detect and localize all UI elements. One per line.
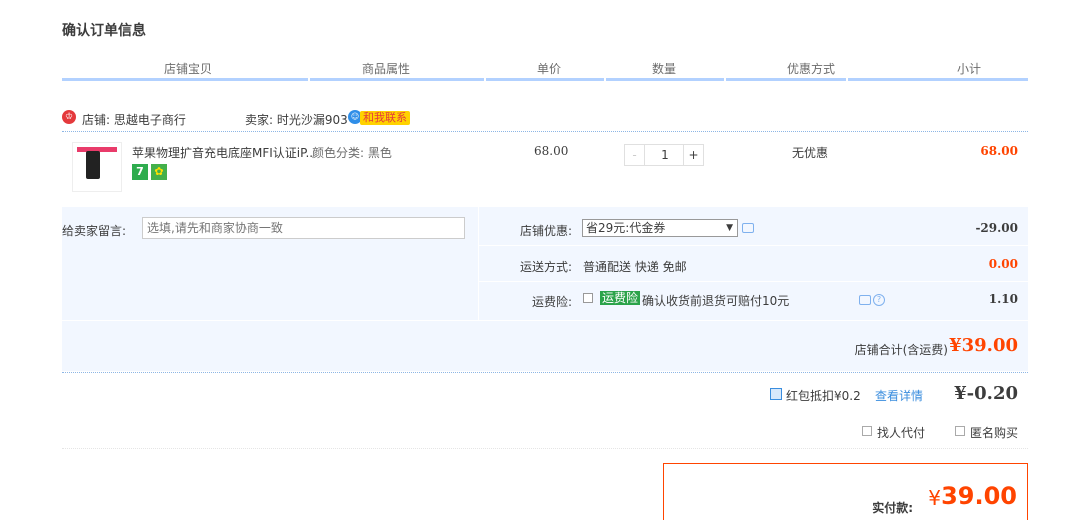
- unit-price: 68.00: [534, 144, 569, 158]
- header-line: [848, 78, 1028, 81]
- insurance-description: 确认收货前退货可赔付10元: [642, 294, 790, 308]
- header-line: [62, 78, 308, 81]
- anonymous-label[interactable]: 匿名购买: [970, 424, 1018, 441]
- anonymous-checkbox[interactable]: [955, 426, 965, 436]
- order-details: 给卖家留言: 店铺优惠: 省29元:代金券 ▼ -29.00 运送方式: 普通配…: [62, 207, 1028, 371]
- message-label: 给卖家留言:: [62, 224, 127, 238]
- payment-amount: 39.00: [941, 482, 1017, 510]
- shop-name[interactable]: 店铺: 思越电子商行: [82, 111, 186, 128]
- column-shop-item: 店铺宝贝: [164, 62, 213, 76]
- redpack-checkbox[interactable]: [770, 388, 782, 400]
- column-quantity: 数量: [652, 62, 677, 76]
- shop-discount-label: 店铺优惠:: [519, 224, 572, 238]
- proxy-pay-label[interactable]: 找人代付: [877, 424, 925, 441]
- shipping-method: 普通配送 快递 免邮: [583, 260, 687, 274]
- shipping-label: 运送方式:: [519, 260, 572, 274]
- payment-currency: ¥: [928, 486, 941, 510]
- quantity-increase-button[interactable]: +: [683, 145, 703, 165]
- product-thumbnail[interactable]: [72, 142, 122, 192]
- payment-summary: 实付款: ¥ 39.00: [663, 463, 1028, 520]
- shop-discount-value: 省29元:代金券: [586, 221, 666, 235]
- comment-icon[interactable]: [859, 295, 871, 305]
- row-separator: [478, 245, 1028, 246]
- item-subtotal: 68.00: [980, 144, 1018, 158]
- redpack-label: 红包抵扣¥0.2: [786, 389, 861, 403]
- insurance-amount: 1.10: [988, 292, 1018, 306]
- page-title: 确认订单信息: [62, 23, 146, 39]
- product-title[interactable]: 苹果物理扩音充电底座MFI认证iP..: [132, 144, 313, 161]
- contact-seller-button[interactable]: 和我联系: [360, 111, 410, 125]
- column-attributes: 商品属性: [362, 62, 411, 76]
- divider: [62, 131, 1028, 132]
- thumbnail-product-image: [86, 151, 100, 179]
- proxy-pay-checkbox[interactable]: [862, 426, 872, 436]
- help-icon[interactable]: ?: [873, 294, 885, 306]
- shop-total-label: 店铺合计(含运费): [854, 343, 948, 357]
- shop-icon: ♔: [62, 110, 76, 124]
- header-line: [606, 78, 724, 81]
- column-header: 店铺宝贝 商品属性 单价 数量 优惠方式 小计: [62, 58, 1028, 82]
- column-discount: 优惠方式: [787, 62, 836, 76]
- column-unit-price: 单价: [537, 62, 562, 76]
- divider: [62, 448, 1028, 449]
- row-separator: [478, 281, 1028, 282]
- seven-day-return-icon[interactable]: 7: [132, 164, 148, 180]
- quantity-stepper: - 1 +: [624, 144, 704, 166]
- quantity-decrease-button[interactable]: -: [625, 145, 645, 165]
- shop-total-value: ¥39.00: [949, 335, 1018, 356]
- insurance-tag: 运费险: [600, 291, 641, 305]
- shop-discount-select[interactable]: 省29元:代金券 ▼: [582, 219, 738, 237]
- column-divider: [478, 207, 479, 320]
- header-line: [726, 78, 846, 81]
- payment-label: 实付款:: [872, 501, 913, 515]
- certification-icon[interactable]: ✿: [151, 164, 167, 180]
- comment-icon[interactable]: [742, 223, 754, 233]
- redpack-amount: ¥-0.20: [954, 383, 1018, 404]
- row-separator: [62, 320, 1028, 321]
- quantity-input[interactable]: 1: [646, 145, 684, 165]
- column-subtotal: 小计: [957, 62, 982, 76]
- item-discount: 无优惠: [792, 146, 829, 160]
- message-to-seller-input[interactable]: [142, 217, 465, 239]
- seller-name[interactable]: 卖家: 时光沙漏903: [245, 111, 348, 128]
- product-attribute: 颜色分类: 黑色: [312, 146, 392, 160]
- shop-row: ♔ 店铺: 思越电子商行 卖家: 时光沙漏903 ☺ 和我联系: [62, 110, 1028, 130]
- shipping-amount: 0.00: [988, 257, 1018, 271]
- insurance-checkbox[interactable]: [583, 293, 593, 303]
- redpack-row: 红包抵扣¥0.2 查看详情 ¥-0.20: [62, 383, 1028, 411]
- shop-discount-amount: -29.00: [975, 221, 1018, 235]
- order-item: 苹果物理扩音充电底座MFI认证iP.. 7 ✿ 颜色分类: 黑色 68.00 -…: [62, 138, 1028, 198]
- header-line: [486, 78, 604, 81]
- header-line: [310, 78, 484, 81]
- divider: [62, 372, 1028, 373]
- insurance-label: 运费险:: [531, 295, 572, 309]
- redpack-details-link[interactable]: 查看详情: [875, 387, 923, 404]
- dropdown-arrow-icon: ▼: [726, 223, 733, 233]
